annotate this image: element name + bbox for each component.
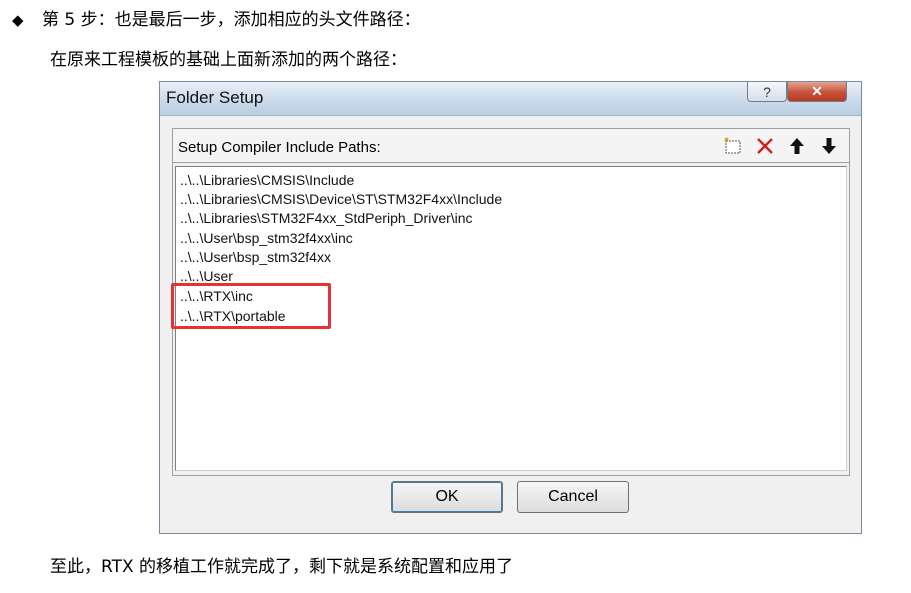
help-button[interactable]: ? bbox=[747, 82, 787, 102]
dialog-titlebar: Folder Setup ? ✕ bbox=[160, 82, 861, 116]
list-item[interactable]: ..\..\Libraries\CMSIS\Include bbox=[180, 171, 354, 190]
new-folder-icon[interactable] bbox=[721, 135, 745, 157]
list-item[interactable]: ..\..\Libraries\STM32F4xx_StdPeriph_Driv… bbox=[180, 209, 473, 228]
diamond-bullet-icon: ◆ bbox=[12, 11, 24, 29]
move-up-icon[interactable] bbox=[785, 135, 809, 157]
folder-setup-dialog: Folder Setup ? ✕ Setup Compiler Include … bbox=[159, 81, 862, 534]
panel-header: Setup Compiler Include Paths: bbox=[173, 129, 849, 163]
step-heading-text: 第 5 步：也是最后一步，添加相应的头文件路径： bbox=[42, 10, 421, 30]
list-item[interactable]: ..\..\User\bsp_stm32f4xx bbox=[180, 248, 331, 267]
delete-icon[interactable] bbox=[753, 135, 777, 157]
dialog-title: Folder Setup bbox=[166, 88, 264, 107]
move-down-icon[interactable] bbox=[817, 135, 841, 157]
step-heading: ◆ 第 5 步：也是最后一步，添加相应的头文件路径： bbox=[12, 8, 421, 32]
intro-text: 在原来工程模板的基础上面新添加的两个路径： bbox=[50, 50, 407, 70]
close-button[interactable]: ✕ bbox=[787, 82, 847, 102]
list-item[interactable]: ..\..\User\bsp_stm32f4xx\inc bbox=[180, 229, 353, 248]
panel-header-label: Setup Compiler Include Paths: bbox=[178, 139, 381, 156]
list-item[interactable]: ..\..\Libraries\CMSIS\Device\ST\STM32F4x… bbox=[180, 190, 502, 209]
cancel-button[interactable]: Cancel bbox=[517, 481, 629, 513]
ok-button[interactable]: OK bbox=[391, 481, 503, 513]
red-highlight-box bbox=[171, 283, 331, 329]
conclusion-text: 至此，RTX 的移植工作就完成了，剩下就是系统配置和应用了 bbox=[50, 557, 514, 577]
